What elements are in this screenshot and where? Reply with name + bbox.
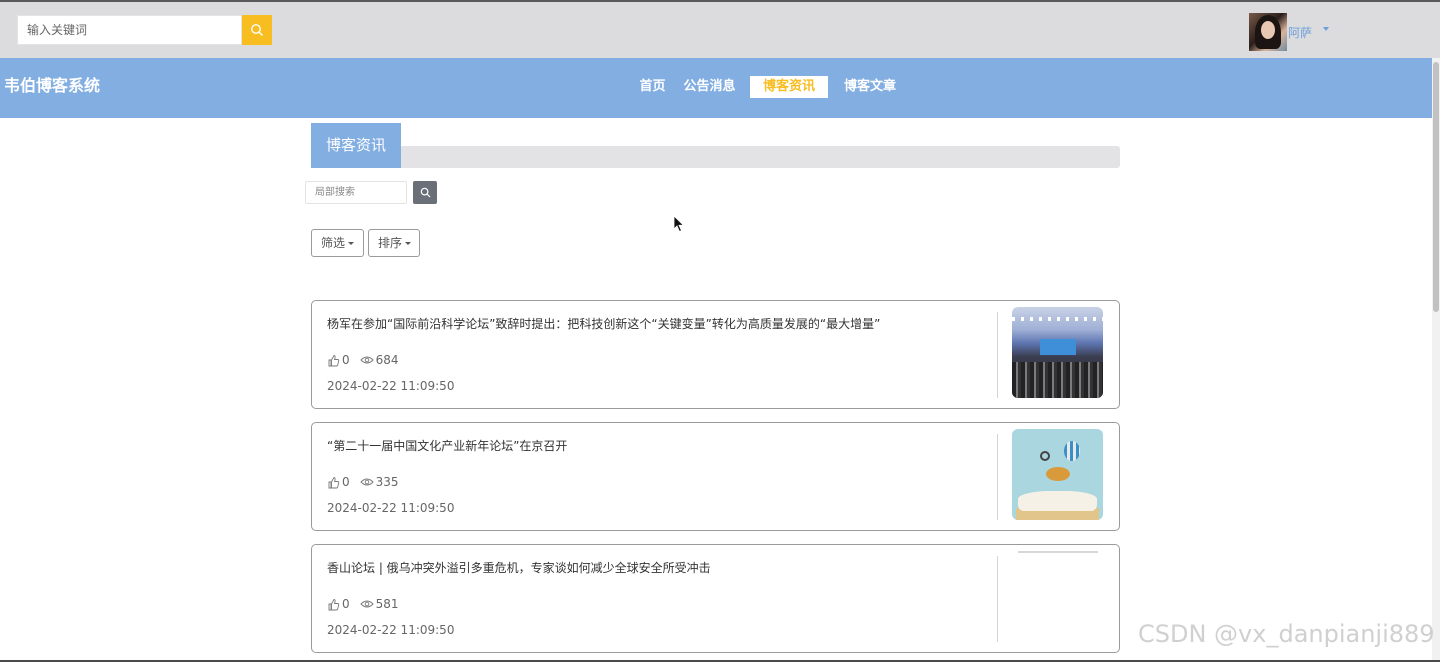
nav-item-home[interactable]: 首页	[636, 76, 669, 98]
avatar[interactable]	[1249, 13, 1287, 51]
watermark: CSDN @vx_danpianji889	[1138, 620, 1435, 648]
nav-item-notices[interactable]: 公告消息	[683, 76, 736, 98]
article-stats: 0 581	[327, 597, 409, 611]
open-book-illustration[interactable]	[1012, 429, 1103, 520]
filter-label: 筛选	[321, 236, 346, 250]
blank-image[interactable]	[1012, 551, 1103, 642]
thumbs-up-icon[interactable]	[327, 354, 340, 367]
article-card[interactable]: “第二十一届中国文化产业新年论坛”在京召开 0 335 2024-02-22 1…	[311, 422, 1120, 531]
nav-menu: 首页 公告消息 博客资讯 博客文章	[636, 76, 896, 98]
eye-icon	[360, 600, 374, 608]
thumbs-up-icon[interactable]	[327, 476, 340, 489]
view-count: 684	[375, 353, 399, 367]
eye-icon	[360, 478, 374, 486]
card-divider	[997, 556, 998, 642]
filter-dropdown[interactable]: 筛选	[311, 229, 364, 257]
card-divider	[997, 312, 998, 398]
article-date: 2024-02-22 11:09:50	[327, 623, 455, 637]
thumbs-up-icon[interactable]	[327, 598, 340, 611]
nav-item-blog-news[interactable]: 博客资讯	[750, 76, 828, 98]
caret-down-icon	[405, 242, 412, 245]
chevron-down-icon[interactable]	[1323, 27, 1329, 31]
section-header-bar	[311, 146, 1120, 168]
scrollbar-thumb[interactable]	[1433, 62, 1439, 312]
sort-dropdown[interactable]: 排序	[368, 229, 420, 257]
article-title[interactable]: 杨军在参加“国际前沿科学论坛”致辞时提出：把科技创新这个“关键变量”转化为高质量…	[327, 315, 880, 332]
caret-down-icon	[348, 242, 355, 245]
username[interactable]: 阿萨	[1288, 24, 1312, 41]
local-search-input[interactable]: 局部搜索	[305, 181, 407, 204]
like-count: 0	[342, 475, 350, 489]
nav-item-blog-articles[interactable]: 博客文章	[844, 76, 896, 98]
article-card[interactable]: 杨军在参加“国际前沿科学论坛”致辞时提出：把科技创新这个“关键变量”转化为高质量…	[311, 300, 1120, 409]
view-count: 581	[375, 597, 399, 611]
search-icon	[420, 187, 430, 198]
search-input[interactable]: 输入关键词	[17, 15, 242, 45]
like-count: 0	[342, 353, 350, 367]
article-date: 2024-02-22 11:09:50	[327, 379, 455, 393]
search-icon	[251, 24, 263, 36]
main-navbar: 韦伯博客系统 首页 公告消息 博客资讯 博客文章	[0, 58, 1440, 118]
sort-label: 排序	[378, 236, 403, 250]
card-divider	[997, 434, 998, 520]
article-title[interactable]: “第二十一届中国文化产业新年论坛”在京召开	[327, 437, 567, 454]
article-card[interactable]: 香山论坛 | 俄乌冲突外溢引多重危机，专家谈如何减少全球安全所受冲击 0 581…	[311, 544, 1120, 653]
eye-icon	[360, 356, 374, 364]
top-bar: 输入关键词 阿萨	[0, 0, 1440, 58]
article-stats: 0 684	[327, 353, 409, 367]
site-brand[interactable]: 韦伯博客系统	[4, 72, 100, 96]
conference-hall-image[interactable]	[1012, 307, 1103, 398]
article-title[interactable]: 香山论坛 | 俄乌冲突外溢引多重危机，专家谈如何减少全球安全所受冲击	[327, 559, 711, 576]
like-count: 0	[342, 597, 350, 611]
article-stats: 0 335	[327, 475, 409, 489]
local-search-button[interactable]	[413, 181, 437, 204]
article-date: 2024-02-22 11:09:50	[327, 501, 455, 515]
search-button[interactable]	[242, 15, 272, 45]
view-count: 335	[375, 475, 399, 489]
mouse-cursor-icon	[673, 215, 685, 233]
section-title: 博客资讯	[311, 123, 401, 168]
